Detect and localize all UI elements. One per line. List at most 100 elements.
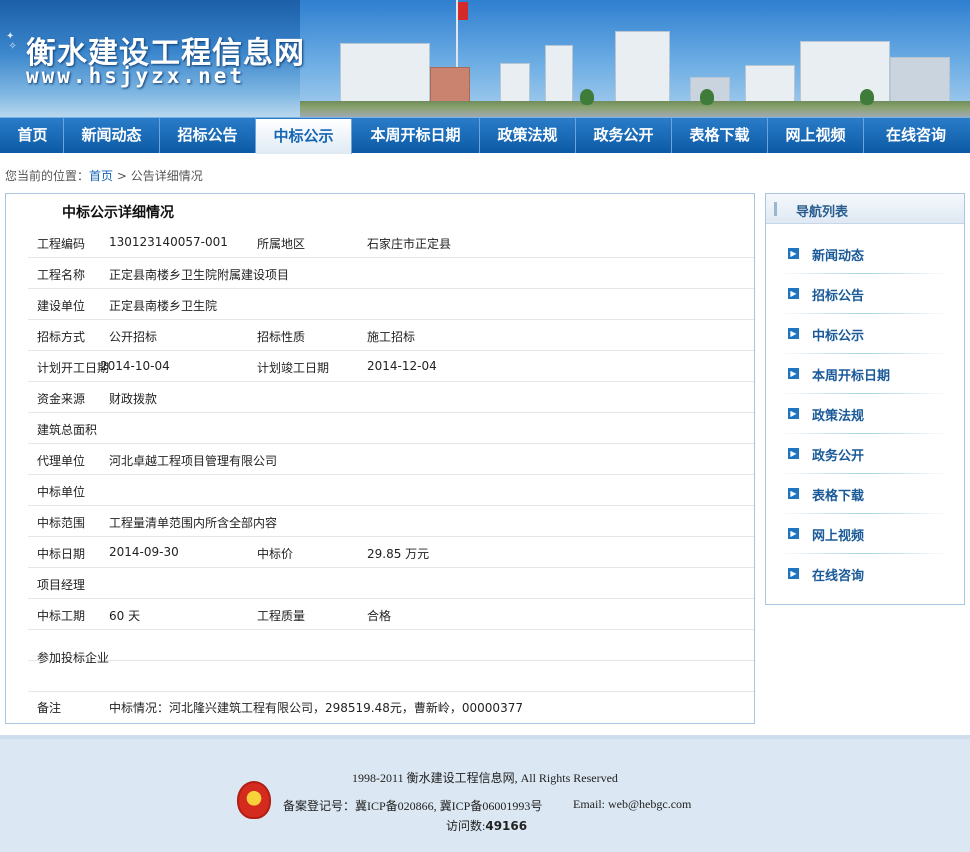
detail-row: 中标日期 2014-09-30 中标价 29.85 万元 — [28, 537, 754, 568]
nav-item-tender-notice[interactable]: 招标公告 — [160, 118, 256, 153]
sidebar-item-label: 新闻动态 — [812, 249, 865, 264]
remark-value: 中标情况：河北隆兴建筑工程有限公司，298519.48元，曹新岭，0000037… — [109, 701, 523, 715]
bidders-label: 参加投标企业 — [37, 651, 110, 665]
field-value: 河北卓越工程项目管理有限公司 — [109, 454, 278, 468]
arrow-right-icon: ▶ — [788, 488, 799, 499]
building — [890, 57, 950, 103]
field-value: 2014-09-30 — [109, 545, 179, 559]
field-value: 正定县南楼乡卫生院附属建设项目 — [109, 268, 290, 282]
field-label: 建筑总面积 — [37, 423, 98, 437]
nav-item-video[interactable]: 网上视频 — [768, 118, 864, 153]
field-label: 中标单位 — [37, 485, 86, 499]
field-value: 施工招标 — [367, 330, 416, 344]
detail-row: 中标工期 60 天 工程质量 合格 — [28, 599, 754, 630]
nav-item-policy[interactable]: 政策法规 — [480, 118, 576, 153]
breadcrumb-current: > 公告详细情况 — [113, 169, 203, 183]
nav-item-award-notice[interactable]: 中标公示 — [256, 119, 352, 154]
sidebar-item-label: 网上视频 — [812, 529, 865, 544]
field-label: 中标范围 — [37, 516, 86, 530]
field-label: 中标价 — [257, 547, 294, 561]
sidebar-item-consult[interactable]: ▶ 在线咨询 — [778, 554, 950, 594]
field-label: 代理单位 — [37, 454, 86, 468]
detail-row: 计划开工日期 2014-10-04 计划竣工日期 2014-12-04 — [28, 351, 754, 382]
detail-row: 代理单位 河北卓越工程项目管理有限公司 — [28, 444, 754, 475]
detail-row: 资金来源 财政拨款 — [28, 382, 754, 413]
field-label: 中标工期 — [37, 609, 86, 623]
sidebar-item-label: 中标公示 — [812, 329, 865, 344]
site-url: www.hsjyzx.net — [26, 64, 246, 88]
sidebar-header: 导航列表 — [766, 194, 964, 224]
field-label: 工程名称 — [37, 268, 86, 282]
footer: 1998-2011 衡水建设工程信息网, All Rights Reserved… — [0, 735, 970, 852]
visit-counter-label: 访问数: — [446, 819, 486, 833]
detail-row: 招标方式 公开招标 招标性质 施工招标 — [28, 320, 754, 351]
main-nav: 首页 新闻动态 招标公告 中标公示 本周开标日期 政策法规 政务公开 表格下载 … — [0, 117, 970, 154]
field-label: 计划竣工日期 — [257, 361, 330, 375]
field-value: 石家庄市正定县 — [367, 237, 452, 251]
arrow-right-icon: ▶ — [788, 448, 799, 459]
nav-item-public-affairs[interactable]: 政务公开 — [576, 118, 672, 153]
visit-counter: 访问数:49166 — [446, 817, 527, 834]
nav-item-home[interactable]: 首页 — [2, 118, 64, 153]
detail-row: 工程编码 130123140057-001 所属地区 石家庄市正定县 — [28, 227, 754, 258]
building — [340, 43, 430, 103]
icp-registration: 备案登记号：冀ICP备020866, 冀ICP备06001993号 — [283, 799, 543, 813]
arrow-right-icon: ▶ — [788, 328, 799, 339]
field-label: 招标方式 — [37, 330, 86, 344]
building — [500, 63, 530, 103]
detail-panel: 中标公示详细情况 工程编码 130123140057-001 所属地区 石家庄市… — [5, 193, 755, 724]
sidebar-item-label: 政策法规 — [812, 409, 865, 424]
nav-item-consult[interactable]: 在线咨询 — [864, 118, 968, 153]
detail-row: 中标范围 工程量清单范围内所含全部内容 — [28, 506, 754, 537]
field-value: 公开招标 — [109, 330, 158, 344]
arrow-right-icon: ▶ — [788, 408, 799, 419]
sidebar-item-video[interactable]: ▶ 网上视频 — [778, 514, 950, 554]
field-label: 工程质量 — [257, 609, 306, 623]
building — [745, 65, 795, 103]
field-value: 29.85 万元 — [367, 547, 430, 561]
copyright-text: 1998-2011 衡水建设工程信息网, All Rights Reserved — [352, 771, 618, 785]
sidebar-item-public-affairs[interactable]: ▶ 政务公开 — [778, 434, 950, 474]
tree — [580, 89, 594, 105]
tree — [860, 89, 874, 105]
nav-item-downloads[interactable]: 表格下载 — [672, 118, 768, 153]
sidebar-item-label: 政务公开 — [812, 449, 865, 464]
detail-row: 项目经理 — [28, 568, 754, 599]
field-label: 建设单位 — [37, 299, 86, 313]
sidebar-item-downloads[interactable]: ▶ 表格下载 — [778, 474, 950, 514]
sidebar-title: 导航列表 — [796, 205, 849, 220]
field-label: 计划开工日期 — [37, 361, 110, 375]
tree — [700, 89, 714, 105]
field-value: 正定县南楼乡卫生院 — [109, 299, 218, 313]
contact-email[interactable]: Email: web@hebgc.com — [573, 797, 691, 812]
breadcrumb: 您当前的位置：首页 > 公告详细情况 — [5, 167, 203, 184]
detail-row: 工程名称 正定县南楼乡卫生院附属建设项目 — [28, 258, 754, 289]
field-label: 招标性质 — [257, 330, 306, 344]
detail-row: 建设单位 正定县南楼乡卫生院 — [28, 289, 754, 320]
page-title: 中标公示详细情况 — [62, 205, 174, 221]
field-value: 工程量清单范围内所含全部内容 — [109, 516, 278, 530]
sidebar-item-award-notice[interactable]: ▶ 中标公示 — [778, 314, 950, 354]
arrow-right-icon: ▶ — [788, 288, 799, 299]
arrow-right-icon: ▶ — [788, 568, 799, 579]
sidebar-item-weekly-opening[interactable]: ▶ 本周开标日期 — [778, 354, 950, 394]
header-banner: ✦ ✧ 衡水建设工程信息网 www.hsjyzx.net — [0, 0, 970, 117]
field-value: 130123140057-001 — [109, 235, 228, 249]
field-label: 资金来源 — [37, 392, 86, 406]
sidebar-item-news[interactable]: ▶ 新闻动态 — [778, 234, 950, 274]
sidebar-item-policy[interactable]: ▶ 政策法规 — [778, 394, 950, 434]
arrow-right-icon: ▶ — [788, 248, 799, 259]
detail-row: 参加投标企业 — [28, 651, 754, 692]
building — [545, 45, 573, 103]
nav-item-weekly-opening[interactable]: 本周开标日期 — [352, 118, 480, 153]
sidebar-nav: 导航列表 ▶ 新闻动态 ▶ 招标公告 ▶ 中标公示 ▶ 本周开标日期 ▶ 政策法… — [765, 193, 965, 605]
flag — [458, 2, 468, 20]
sidebar-item-tender-notice[interactable]: ▶ 招标公告 — [778, 274, 950, 314]
arrow-right-icon: ▶ — [788, 528, 799, 539]
building — [800, 41, 890, 103]
police-badge-icon — [237, 781, 271, 819]
building — [615, 31, 670, 103]
field-value: 财政拨款 — [109, 392, 158, 406]
breadcrumb-home-link[interactable]: 首页 — [89, 169, 113, 183]
nav-item-news[interactable]: 新闻动态 — [64, 118, 160, 153]
